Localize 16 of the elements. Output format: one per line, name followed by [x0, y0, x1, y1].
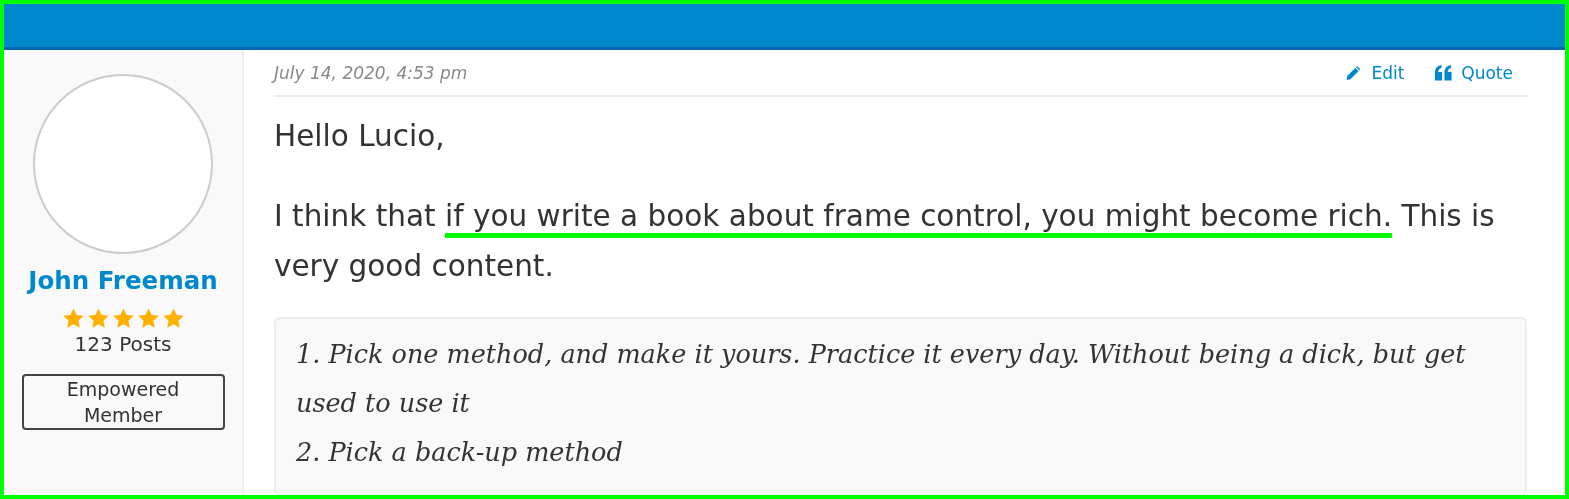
star-icon	[136, 307, 160, 330]
quote-link[interactable]: Quote	[1434, 62, 1513, 83]
quote-line: 1. Pick one method, and make it yours. Practice it every day. Without being a dick, but get used to use it	[296, 338, 1467, 420]
star-icon	[111, 307, 135, 330]
quote-icon	[1434, 63, 1454, 82]
post-count: 123 Posts	[74, 332, 172, 356]
star-icon	[61, 307, 85, 330]
post-text: I think that if you write a book about frame control, you might become rich. This is very good content.	[274, 198, 1496, 285]
rank-badge: Empowered Member	[21, 374, 225, 430]
quote-line: 2. Pick a back-up method	[296, 436, 624, 469]
star-icon	[161, 307, 185, 330]
pencil-icon	[1344, 63, 1364, 82]
post-text: Hello Lucio,	[274, 118, 446, 155]
edit-link[interactable]: Edit	[1344, 62, 1405, 83]
star-icon	[86, 307, 110, 330]
author-name[interactable]: John Freeman	[28, 266, 218, 295]
